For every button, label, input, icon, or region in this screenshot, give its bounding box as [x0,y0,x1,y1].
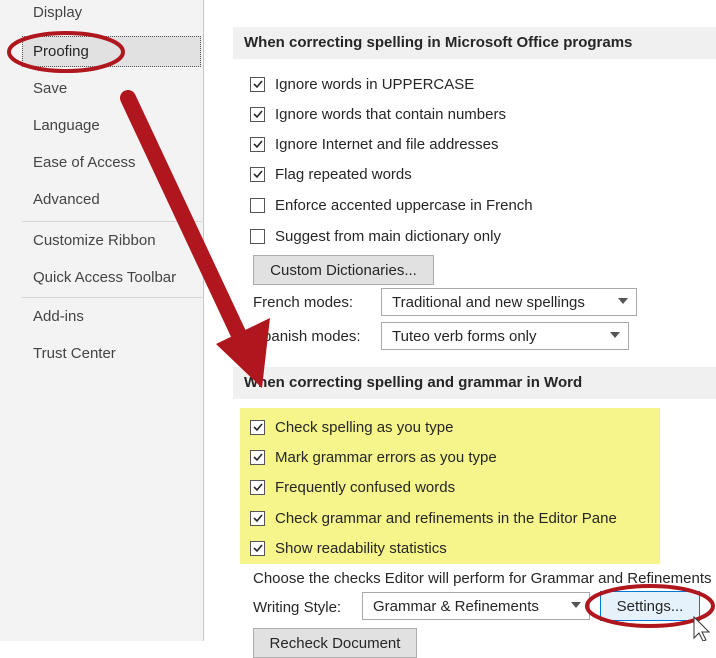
sidebar-separator [22,297,202,298]
option-main-dictionary-only[interactable]: Suggest from main dictionary only [250,225,501,247]
chevron-down-icon [571,602,581,608]
sidebar-item-quick-access-toolbar[interactable]: Quick Access Toolbar [33,269,176,286]
recheck-document-button[interactable]: Recheck Document [253,628,417,658]
option-show-readability-statistics[interactable]: Show readability statistics [250,537,447,559]
options-sidebar [0,0,203,641]
french-modes-label: French modes: [253,294,354,311]
option-frequently-confused-words[interactable]: Frequently confused words [250,476,455,498]
writing-style-label: Writing Style: [253,599,342,616]
custom-dictionaries-button[interactable]: Custom Dictionaries... [253,255,434,285]
french-modes-select[interactable]: Traditional and new spellings [381,288,637,316]
chevron-down-icon [618,298,628,304]
option-label: Frequently confused words [275,478,456,496]
checkbox[interactable] [250,76,265,92]
sidebar-item-ease-of-access[interactable]: Ease of Access [33,154,136,171]
sidebar-separator [22,221,202,222]
spanish-modes-select[interactable]: Tuteo verb forms only [381,322,629,350]
sidebar-item-display[interactable]: Display [33,4,82,21]
sidebar-item-language[interactable]: Language [33,117,100,134]
option-mark-grammar-errors[interactable]: Mark grammar errors as you type [250,446,497,468]
french-modes-value: Traditional and new spellings [392,293,585,311]
checkbox[interactable] [250,449,265,465]
writing-style-select[interactable]: Grammar & Refinements [362,592,590,620]
spanish-modes-label: Spanish modes: [253,328,361,345]
checkbox[interactable] [250,228,265,244]
sidebar-item-advanced[interactable]: Advanced [33,191,100,208]
word-spelling-grammar-section-header: When correcting spelling and grammar in … [233,367,716,399]
writing-style-value: Grammar & Refinements [373,597,539,615]
option-label: Ignore words that contain numbers [275,105,506,123]
sidebar-item-trust-center[interactable]: Trust Center [33,345,116,362]
option-label: Suggest from main dictionary only [275,227,501,245]
option-label: Enforce accented uppercase in French [275,196,533,214]
spanish-modes-value: Tuteo verb forms only [392,327,537,345]
option-check-grammar-editor-pane[interactable]: Check grammar and refinements in the Edi… [250,507,617,529]
sidebar-divider [203,0,204,641]
option-label: Flag repeated words [275,165,412,183]
office-spelling-section-header: When correcting spelling in Microsoft Of… [233,27,716,59]
sidebar-item-customize-ribbon[interactable]: Customize Ribbon [33,232,156,249]
checkbox[interactable] [250,419,265,435]
checkbox[interactable] [250,510,265,526]
option-check-spelling-as-you-type[interactable]: Check spelling as you type [250,416,453,438]
checkbox[interactable] [250,106,265,122]
checkbox[interactable] [250,540,265,556]
checkbox[interactable] [250,166,265,182]
checkbox[interactable] [250,197,265,213]
checkbox[interactable] [250,479,265,495]
choose-checks-text: Choose the checks Editor will perform fo… [253,570,712,587]
option-ignore-uppercase[interactable]: Ignore words in UPPERCASE [250,73,474,95]
option-label: Check spelling as you type [275,418,454,436]
option-label: Ignore Internet and file addresses [275,135,499,153]
chevron-down-icon [610,332,620,338]
settings-button[interactable]: Settings... [600,591,700,621]
option-ignore-internet-addresses[interactable]: Ignore Internet and file addresses [250,133,498,155]
option-label: Show readability statistics [275,539,447,557]
sidebar-item-proofing[interactable]: Proofing [33,43,89,60]
option-label: Check grammar and refinements in the Edi… [275,509,617,527]
option-flag-repeated[interactable]: Flag repeated words [250,163,412,185]
option-label: Ignore words in UPPERCASE [275,75,475,93]
option-label: Mark grammar errors as you type [275,448,497,466]
option-ignore-numbers[interactable]: Ignore words that contain numbers [250,103,506,125]
sidebar-item-add-ins[interactable]: Add-ins [33,308,84,325]
option-enforce-accented-french[interactable]: Enforce accented uppercase in French [250,194,533,216]
sidebar-item-save[interactable]: Save [33,80,67,97]
checkbox[interactable] [250,136,265,152]
